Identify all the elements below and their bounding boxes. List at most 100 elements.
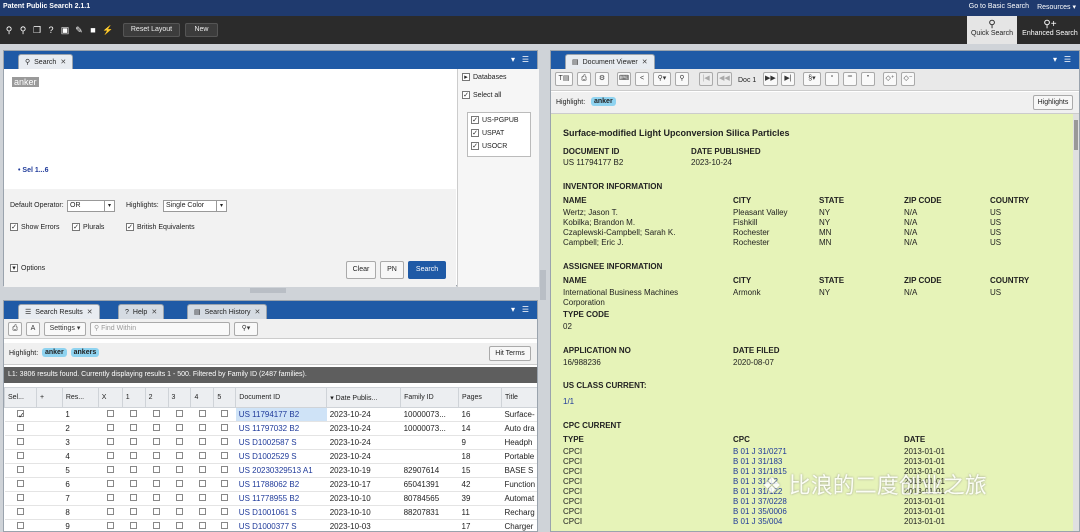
col-x[interactable]: X xyxy=(97,387,123,408)
row-tag4-checkbox[interactable] xyxy=(198,424,206,431)
row-tag5-checkbox[interactable] xyxy=(221,410,229,417)
search-button[interactable]: Search xyxy=(408,261,446,279)
row-tag1-checkbox[interactable] xyxy=(130,438,138,445)
save-icon[interactable]: ▣ xyxy=(60,25,70,35)
last-doc-icon[interactable]: ▶| xyxy=(781,72,795,86)
row-x-checkbox[interactable] xyxy=(106,452,114,459)
table-row[interactable]: 8 US D1001061 S 2023-10-10 88207831 11 Rechar… xyxy=(4,505,537,520)
row-tag5-checkbox[interactable] xyxy=(221,452,229,459)
row-tag5-checkbox[interactable] xyxy=(221,522,229,529)
row-tag1-checkbox[interactable] xyxy=(130,424,138,431)
zoom-icon[interactable]: ⚲ xyxy=(18,25,28,35)
row-x-checkbox[interactable] xyxy=(106,424,114,431)
row-x-checkbox[interactable] xyxy=(106,438,114,445)
cite-icon[interactable]: “ xyxy=(825,72,839,86)
clear-button[interactable]: Clear xyxy=(346,261,376,279)
tag-remove-icon[interactable]: ◇⁻ xyxy=(901,72,915,86)
table-row[interactable]: 2 US 11797032 B2 2023-10-24 10000073... 14 Au… xyxy=(4,421,537,436)
row-select-checkbox[interactable] xyxy=(16,522,24,529)
database-uspat[interactable]: ✓ USPAT xyxy=(471,129,504,137)
settings-menu[interactable]: Settings ▾ xyxy=(44,322,86,336)
table-row[interactable]: 7 US 11778955 B2 2023-10-10 80784565 39 Autom… xyxy=(4,491,537,506)
document-id-link[interactable]: US 20230329513 A1 xyxy=(235,463,327,478)
panel-layout-icon[interactable]: ☰ xyxy=(1064,55,1071,64)
row-select-checkbox[interactable]: ✓ xyxy=(16,409,25,420)
search-query-text[interactable]: anker xyxy=(12,77,39,87)
resources-menu[interactable]: Resources ▾ xyxy=(1037,3,1076,11)
cpc-cpc[interactable]: B 01 J 31/183 xyxy=(733,457,782,466)
panel-layout-icon[interactable]: ☰ xyxy=(522,55,529,64)
text-size-icon[interactable]: A xyxy=(26,322,40,336)
row-tag2-checkbox[interactable] xyxy=(153,452,161,459)
cpc-cpc[interactable]: B 01 J 35/0006 xyxy=(733,507,787,516)
tab-search[interactable]: ⚲ Search ✕ xyxy=(18,54,74,69)
row-tag3-checkbox[interactable] xyxy=(175,522,183,529)
row-select-checkbox[interactable] xyxy=(16,424,24,431)
col-plus[interactable]: + xyxy=(35,387,63,408)
text-image-toggle-icon[interactable]: T▤ xyxy=(555,72,573,86)
prev-doc-icon[interactable]: ◀◀ xyxy=(717,72,732,86)
row-tag4-checkbox[interactable] xyxy=(198,410,206,417)
row-tag5-checkbox[interactable] xyxy=(221,438,229,445)
row-tag1-checkbox[interactable] xyxy=(130,494,138,501)
col-family-id[interactable]: Family ID xyxy=(400,387,460,408)
find-within-input[interactable]: ⚲ Find Within xyxy=(90,322,230,336)
panel-layout-icon[interactable]: ☰ xyxy=(522,305,529,314)
col-1[interactable]: 1 xyxy=(121,387,146,408)
panel-menu-icon[interactable]: ▾ xyxy=(511,305,515,314)
col-5[interactable]: 5 xyxy=(213,387,237,408)
document-id-link[interactable]: US 11797032 B2 xyxy=(235,421,327,436)
table-row[interactable]: 5 US 20230329513 A1 2023-10-19 82907614 15 BA… xyxy=(4,463,537,478)
zoom-icon[interactable]: ⚲ xyxy=(675,72,689,86)
close-icon[interactable]: ✕ xyxy=(255,306,261,319)
cpc-cpc[interactable]: B 01 J 35/004 xyxy=(733,517,782,526)
close-icon[interactable]: ✕ xyxy=(60,56,66,69)
document-id-link[interactable]: US 11788062 B2 xyxy=(235,477,327,492)
row-tag3-checkbox[interactable] xyxy=(175,508,183,515)
document-id-link[interactable]: US D1002587 S xyxy=(235,435,327,450)
scrollbar-thumb[interactable] xyxy=(1074,120,1078,150)
table-row[interactable]: 6 US 11788062 B2 2023-10-17 65041391 42 Funct… xyxy=(4,477,537,492)
plurals-checkbox[interactable]: ✓ Plurals xyxy=(72,223,104,231)
row-tag4-checkbox[interactable] xyxy=(198,480,206,487)
tab-help[interactable]: ? Help ✕ xyxy=(118,304,165,319)
row-tag3-checkbox[interactable] xyxy=(175,452,183,459)
default-operator-select[interactable]: OR ▾ xyxy=(67,200,115,212)
row-tag1-checkbox[interactable] xyxy=(130,508,138,515)
col-sel[interactable]: Sel... xyxy=(4,387,37,408)
show-errors-checkbox[interactable]: ✓ Show Errors xyxy=(10,223,60,231)
document-id-link[interactable]: US D1001061 S xyxy=(235,505,327,520)
row-tag2-checkbox[interactable] xyxy=(153,466,161,473)
print-icon[interactable]: ⎙ xyxy=(577,72,591,86)
row-tag4-checkbox[interactable] xyxy=(198,452,206,459)
section-menu-icon[interactable]: §▾ xyxy=(803,72,821,86)
enhanced-search-button[interactable]: ⚲+ Enhanced Search xyxy=(1020,16,1080,44)
row-x-checkbox[interactable] xyxy=(106,410,114,417)
row-select-checkbox[interactable] xyxy=(16,494,24,501)
hit-terms-button[interactable]: Hit Terms xyxy=(489,346,531,361)
table-row[interactable]: 4 US D1002529 S 2023-10-24 18 Portable xyxy=(4,449,537,464)
cpc-cpc[interactable]: B 01 J 31/0271 xyxy=(733,447,787,456)
sel-link[interactable]: • Sel 1...6 xyxy=(18,167,48,174)
row-x-checkbox[interactable] xyxy=(106,508,114,515)
help-icon[interactable]: ? xyxy=(46,25,56,35)
quote-close-icon[interactable]: ” xyxy=(861,72,875,86)
col-result[interactable]: Res... xyxy=(61,387,99,408)
row-tag5-checkbox[interactable] xyxy=(221,480,229,487)
row-x-checkbox[interactable] xyxy=(106,522,114,529)
search-icon[interactable]: ⚲ xyxy=(4,25,14,35)
row-tag3-checkbox[interactable] xyxy=(175,480,183,487)
gear-icon[interactable]: ⚙ xyxy=(595,72,609,86)
reset-layout-button[interactable]: Reset Layout xyxy=(123,23,180,37)
row-select-checkbox[interactable] xyxy=(16,452,24,459)
table-row[interactable]: 9 US D1000377 S 2023-10-03 17 Charger xyxy=(4,519,537,531)
viewer-scrollbar[interactable] xyxy=(1073,114,1079,531)
document-id-link[interactable]: US 11794177 B2 xyxy=(235,407,327,422)
tag-icon[interactable]: ⌨ xyxy=(617,72,632,86)
highlights-button[interactable]: Highlights xyxy=(1033,95,1073,110)
row-tag1-checkbox[interactable] xyxy=(130,410,138,417)
tab-document-viewer[interactable]: ▤ Document Viewer ✕ xyxy=(565,54,655,69)
search-query-area[interactable]: anker xyxy=(4,69,456,164)
panel-menu-icon[interactable]: ▾ xyxy=(1053,55,1057,64)
row-tag4-checkbox[interactable] xyxy=(198,522,206,529)
